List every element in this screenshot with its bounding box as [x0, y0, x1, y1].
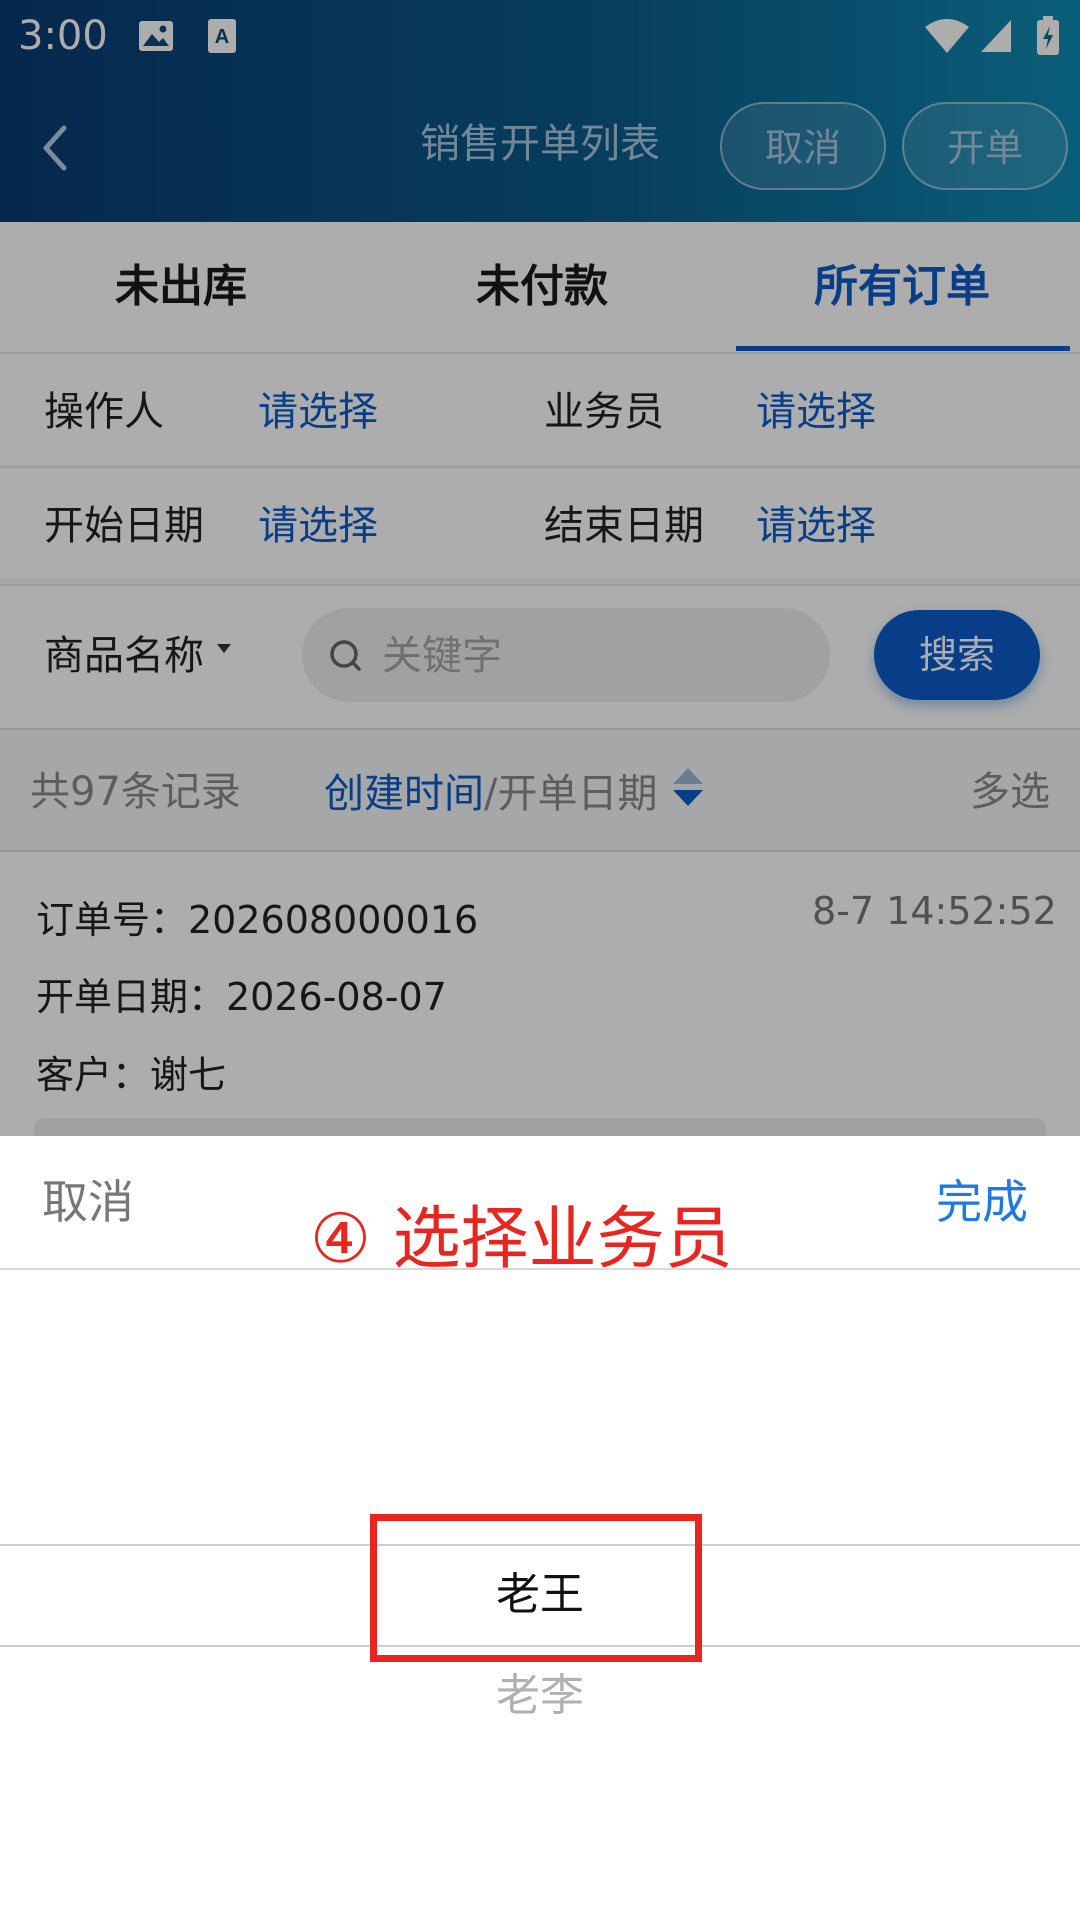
- highlight-box: [370, 1514, 702, 1662]
- picker-cancel-button[interactable]: 取消: [42, 1172, 134, 1232]
- picker-done-button[interactable]: 完成: [936, 1172, 1028, 1232]
- step-annotation: ④ 选择业务员: [310, 1200, 733, 1279]
- picker-header-divider: [0, 1268, 1080, 1270]
- modal-backdrop[interactable]: [0, 0, 1080, 1136]
